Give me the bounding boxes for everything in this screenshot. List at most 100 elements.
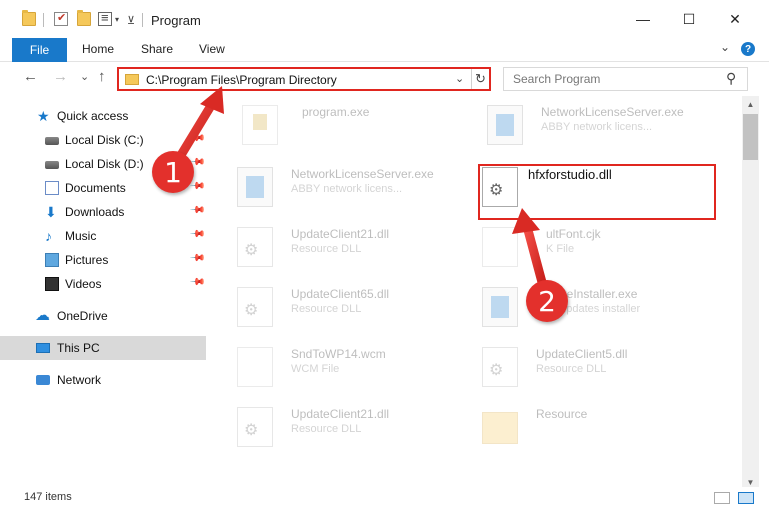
details-view-icon[interactable]	[714, 492, 730, 504]
tab-view[interactable]: View	[199, 42, 225, 56]
refresh-button[interactable]: ↻	[471, 69, 489, 89]
folder-icon	[482, 412, 518, 444]
file-icon	[237, 347, 273, 387]
exe-icon	[487, 105, 523, 145]
program-icon	[242, 105, 278, 145]
pin-icon[interactable]: 📌	[189, 226, 206, 243]
pin-icon[interactable]: 📌	[189, 130, 206, 147]
highlight-annotation-box	[478, 164, 716, 220]
file-name: NetworkLicenseServer.exe	[291, 167, 434, 181]
pin-icon[interactable]: 📌	[189, 202, 206, 219]
ribbon-tabs: File Home Share View ⌄ ?	[0, 38, 769, 62]
file-item[interactable]: UpdateClient5.dll Resource DLL	[462, 344, 712, 394]
sidebar-item-label: Videos	[65, 277, 102, 291]
sidebar-item-label: Quick access	[57, 109, 129, 123]
file-name: ultFont.cjk	[546, 227, 601, 241]
file-name: Resource	[536, 407, 588, 421]
address-path[interactable]: C:\Program Files\Program Directory	[146, 73, 337, 87]
sidebar-item-network[interactable]: Network	[0, 368, 206, 392]
up-button[interactable]: ↑	[98, 68, 106, 85]
forward-button[interactable]: →	[53, 68, 68, 85]
expand-ribbon-icon[interactable]: ⌄	[720, 40, 730, 54]
sidebar-item-downloads[interactable]: ⬇ Downloads 📌	[0, 200, 206, 224]
vertical-scrollbar[interactable]: ▲ ▼	[742, 96, 759, 491]
sidebar-item-label: Network	[57, 373, 102, 387]
properties-check-icon[interactable]	[54, 11, 68, 26]
file-item[interactable]: UpdateClient21.dll Resource DLL	[217, 404, 467, 454]
file-name: UpdateClient21.dll	[291, 407, 390, 421]
file-item[interactable]: SndToWP14.wcm WCM File	[217, 344, 467, 394]
sidebar-item-label: This PC	[57, 341, 100, 355]
dll-icon	[237, 227, 273, 267]
divider	[142, 13, 143, 27]
file-description: WCM File	[291, 363, 340, 375]
item-count: 147 items	[24, 491, 72, 503]
file-item[interactable]: program.exe	[222, 102, 472, 152]
file-name: UpdateClient21.dll	[291, 227, 390, 241]
close-button[interactable]: ✕	[712, 0, 758, 38]
documents-icon	[45, 181, 59, 195]
tab-share[interactable]: Share	[141, 42, 173, 56]
exe-icon	[237, 167, 273, 207]
file-description: K File	[546, 243, 575, 255]
file-item[interactable]: UpdateClient65.dll Resource DLL	[217, 284, 467, 334]
sidebar-item-videos[interactable]: Videos 📌	[0, 272, 206, 296]
minimize-button[interactable]: —	[620, 0, 666, 38]
sidebar-item-onedrive[interactable]: ☁ OneDrive	[0, 304, 206, 328]
navigation-bar: ← → ⌄ ↑ C:\Program Files\Program Directo…	[0, 62, 769, 94]
dll-icon	[237, 407, 273, 447]
file-item[interactable]: Resource	[462, 404, 712, 454]
new-folder-icon[interactable]	[77, 10, 91, 26]
large-icons-view-icon[interactable]	[738, 492, 754, 504]
search-input[interactable]: Search Program ⚲	[503, 67, 748, 91]
file-item[interactable]: ultFont.cjk K File	[462, 224, 712, 274]
divider	[43, 13, 44, 27]
file-description: Resource DLL	[536, 363, 607, 375]
disk-icon	[45, 161, 59, 169]
network-icon	[36, 375, 50, 385]
file-icon	[482, 227, 518, 267]
sidebar-item-label: Music	[65, 229, 97, 243]
tab-home[interactable]: Home	[82, 42, 114, 56]
status-bar: 147 items	[0, 487, 769, 509]
tab-file[interactable]: File	[12, 38, 67, 62]
sidebar-item-local-disk-c[interactable]: Local Disk (C:) 📌	[0, 128, 206, 152]
recent-locations-button[interactable]: ⌄	[80, 70, 89, 83]
file-list: program.exe NetworkLicenseServer.exe ABB…	[207, 96, 742, 476]
sidebar-item-pictures[interactable]: Pictures 📌	[0, 248, 206, 272]
pin-icon[interactable]: 📌	[189, 274, 206, 291]
pictures-icon	[45, 253, 59, 267]
scroll-up-icon[interactable]: ▲	[742, 96, 759, 113]
back-button[interactable]: ←	[23, 68, 38, 85]
sidebar-item-quick-access[interactable]: ★ Quick access	[0, 104, 206, 128]
file-item[interactable]: NetworkLicenseServer.exe ABBY network li…	[217, 164, 467, 214]
file-item[interactable]: lateInstaller.exe t updates installer	[462, 284, 712, 334]
pc-icon	[36, 343, 50, 353]
music-icon: ♪	[45, 228, 52, 244]
rename-icon[interactable]	[98, 10, 112, 26]
search-icon[interactable]: ⚲	[726, 70, 736, 87]
maximize-button[interactable]: ☐	[666, 0, 712, 38]
file-item[interactable]: NetworkLicenseServer.exe ABBY network li…	[467, 102, 717, 152]
videos-icon	[45, 277, 59, 291]
sidebar-item-label: Pictures	[65, 253, 109, 267]
customize-dropdown-icon[interactable]: ▾	[115, 15, 119, 24]
sidebar-item-music[interactable]: ♪ Music 📌	[0, 224, 206, 248]
address-dropdown-icon[interactable]: ⌄	[455, 72, 464, 85]
search-placeholder: Search Program	[513, 72, 601, 86]
file-description: ABBY network licens...	[541, 121, 653, 133]
title-bar: ▾ ⊻ Program — ☐ ✕	[0, 0, 769, 38]
file-description: Resource DLL	[291, 423, 362, 435]
cloud-icon: ☁	[35, 307, 50, 324]
downloads-icon: ⬇	[45, 204, 57, 220]
file-name: UpdateClient5.dll	[536, 347, 628, 361]
scroll-thumb[interactable]	[743, 114, 758, 160]
quick-access-toolbar-menu-icon[interactable]: ⊻	[127, 14, 135, 27]
help-icon[interactable]: ?	[741, 42, 755, 56]
window-title: Program	[151, 13, 201, 28]
exe-icon	[482, 287, 518, 327]
address-bar[interactable]: C:\Program Files\Program Directory ⌄ ↻	[117, 67, 491, 91]
sidebar-item-this-pc[interactable]: This PC	[0, 336, 206, 360]
file-item[interactable]: UpdateClient21.dll Resource DLL	[217, 224, 467, 274]
pin-icon[interactable]: 📌	[189, 250, 206, 267]
